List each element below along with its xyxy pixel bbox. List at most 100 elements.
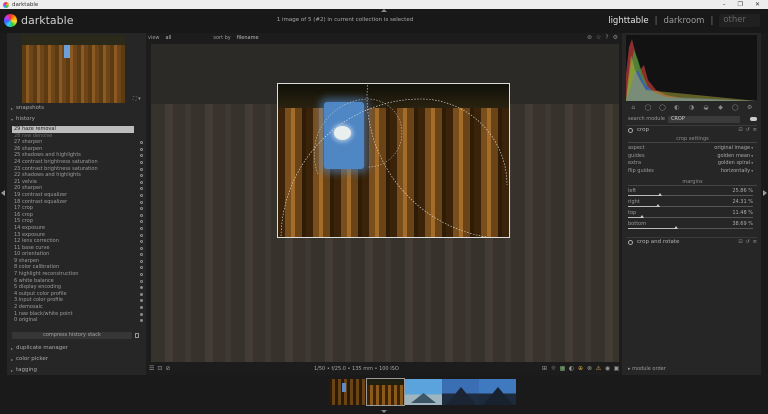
view-lighttable[interactable]: lighttable [608,16,648,26]
power-icon[interactable] [628,239,633,245]
focus-peaking-icon[interactable]: ⊡ [157,365,162,372]
module-group-tab-icon[interactable]: ◑ [687,104,695,111]
history-section[interactable]: ▾ history [11,115,142,123]
bottom-panel-toggle-icon[interactable] [381,410,387,413]
maximize-button[interactable]: ❐ [738,1,743,8]
history-item[interactable]: 29 haze removal [12,126,134,133]
minimize-button[interactable]: – [723,1,726,8]
crop-module-header[interactable]: crop ⊡ ↺ ≡ [626,125,757,134]
history-item[interactable]: 17 crop [12,205,143,212]
history-item[interactable]: 20 sharpen [12,185,143,192]
crop-setting-3[interactable]: flip guides horizontally [628,168,757,175]
copy-history-icon[interactable] [135,333,139,338]
reset-icon[interactable]: ↺ [746,127,750,133]
margin-slider-top[interactable]: top 11.48 % [628,210,757,219]
module-group-tab-icon[interactable]: ◯ [731,104,739,111]
filmstrip-thumbnail-selected[interactable] [366,378,405,406]
view-filter-select[interactable]: all [166,35,172,41]
history-item[interactable]: 10 orientation [12,251,143,258]
history-item[interactable]: 24 contrast brightness saturation [12,159,143,166]
status-tool-icon[interactable]: ▣ [613,365,620,372]
view-other-dropdown[interactable]: other [719,14,760,27]
crop-setting-value[interactable]: golden spiral [718,160,753,166]
crop-frame[interactable] [277,83,510,238]
presets-icon[interactable]: ≡ [753,127,757,133]
history-item[interactable]: 5 display encoding [12,284,143,291]
filmstrip-thumbnail[interactable] [329,379,366,405]
crop-setting-2[interactable]: extra golden spiral [628,160,757,167]
menu-icon[interactable]: ☰ [149,365,154,372]
compress-history-button[interactable]: compress history stack [12,332,132,339]
crop-setting-value[interactable]: horizontally [721,168,753,174]
margin-slider-right[interactable]: right 24.31 % [628,199,757,208]
status-tool-icon[interactable]: ⊞ [541,365,548,372]
slider-track[interactable] [628,216,753,218]
history-item[interactable]: 14 exposure [12,225,143,232]
top-panel-toggle-icon[interactable] [381,9,387,12]
status-tool-icon[interactable]: ⚠ [595,365,602,372]
status-tool-icon[interactable]: ◐ [568,365,575,372]
history-item[interactable]: 6 white balance [12,278,143,285]
preferences-icon[interactable]: ⚙ [613,34,618,41]
view-darkroom[interactable]: darkroom [663,16,704,26]
help-icon[interactable]: ? [605,34,608,41]
snapshots-section[interactable]: ▸ snapshots [11,104,142,112]
history-item[interactable]: 1 raw black/white point [12,311,143,318]
search-toggle[interactable] [750,117,757,121]
history-item[interactable]: 27 sharpen [12,139,143,146]
history-item[interactable]: 18 contrast equalizer [12,199,143,206]
filmstrip-thumbnail[interactable] [479,379,516,405]
history-item[interactable]: 11 base curve [12,245,143,252]
close-button[interactable]: ✕ [755,1,760,8]
star-icon[interactable]: ☆ [596,34,601,41]
overexposed-icon[interactable]: ⊘ [165,365,170,372]
navigation-thumbnail[interactable] [22,35,125,103]
crop-setting-value[interactable]: original image [714,145,753,151]
slider-handle-icon[interactable] [674,226,679,229]
history-item[interactable]: 19 contrast equalizer [12,192,143,199]
module-group-tab-icon[interactable]: ⚙ [746,104,754,111]
history-item[interactable]: 4 output color profile [12,291,143,298]
module-group-tab-icon[interactable]: ◒ [702,104,710,111]
histogram[interactable] [626,35,757,101]
module-order[interactable]: ▸ module order [622,363,761,375]
crop-rotate-module-header[interactable]: crop and rotate ⊡ ↺ ≡ [626,237,757,246]
history-item[interactable]: 9 sharpen [12,258,143,265]
history-item[interactable]: 28 raw denoise [12,133,143,140]
module-group-tab-icon[interactable]: ◯ [658,104,666,111]
presets-icon[interactable]: ≡ [753,239,757,245]
collapse-right-icon[interactable] [763,190,767,196]
history-item[interactable]: 8 color calibration [12,264,143,271]
history-item[interactable]: 7 highlight reconstruction [12,271,143,278]
search-module-input[interactable]: CROP [667,115,740,123]
history-item[interactable]: 26 sharpen [12,146,143,153]
crop-setting-0[interactable]: aspect original image [628,145,757,152]
status-tool-icon[interactable]: ▦ [559,365,566,372]
right-panel-collapse[interactable] [761,33,768,375]
status-tool-icon[interactable]: ☼ [550,365,557,372]
status-tool-icon[interactable]: ◉ [604,365,611,372]
crop-setting-1[interactable]: guides golden mean [628,153,757,160]
margin-slider-bottom[interactable]: bottom 38.69 % [628,221,757,230]
slider-handle-icon[interactable] [658,193,663,196]
history-item[interactable]: 2 demosaic [12,304,143,311]
filmstrip-thumbnail[interactable] [442,379,479,405]
history-item[interactable]: 16 crop [12,212,143,219]
tagging-section[interactable]: ▸ tagging [11,366,142,374]
filmstrip-thumbnail[interactable] [405,379,442,405]
history-item[interactable]: 22 shadows and highlights [12,172,143,179]
margin-slider-left[interactable]: left 25.86 % [628,188,757,197]
module-group-tab-icon[interactable]: ◐ [673,104,681,111]
collapse-left-icon[interactable] [1,190,5,196]
color-picker-section[interactable]: ▸ color picker [11,355,142,363]
module-group-tab-icon[interactable]: ◆ [717,104,725,111]
slider-handle-icon[interactable] [656,204,661,207]
status-tool-icon[interactable]: ⊕ [577,365,584,372]
history-item[interactable]: 13 exposure [12,232,143,239]
grouping-icon[interactable]: ⊚ [587,34,592,41]
status-tool-icon[interactable]: ⊗ [586,365,593,372]
history-item[interactable]: 0 original [12,317,143,324]
module-group-tab-icon[interactable]: ◯ [644,104,652,111]
image-canvas[interactable] [151,44,619,362]
history-item[interactable]: 12 lens correction [12,238,143,245]
